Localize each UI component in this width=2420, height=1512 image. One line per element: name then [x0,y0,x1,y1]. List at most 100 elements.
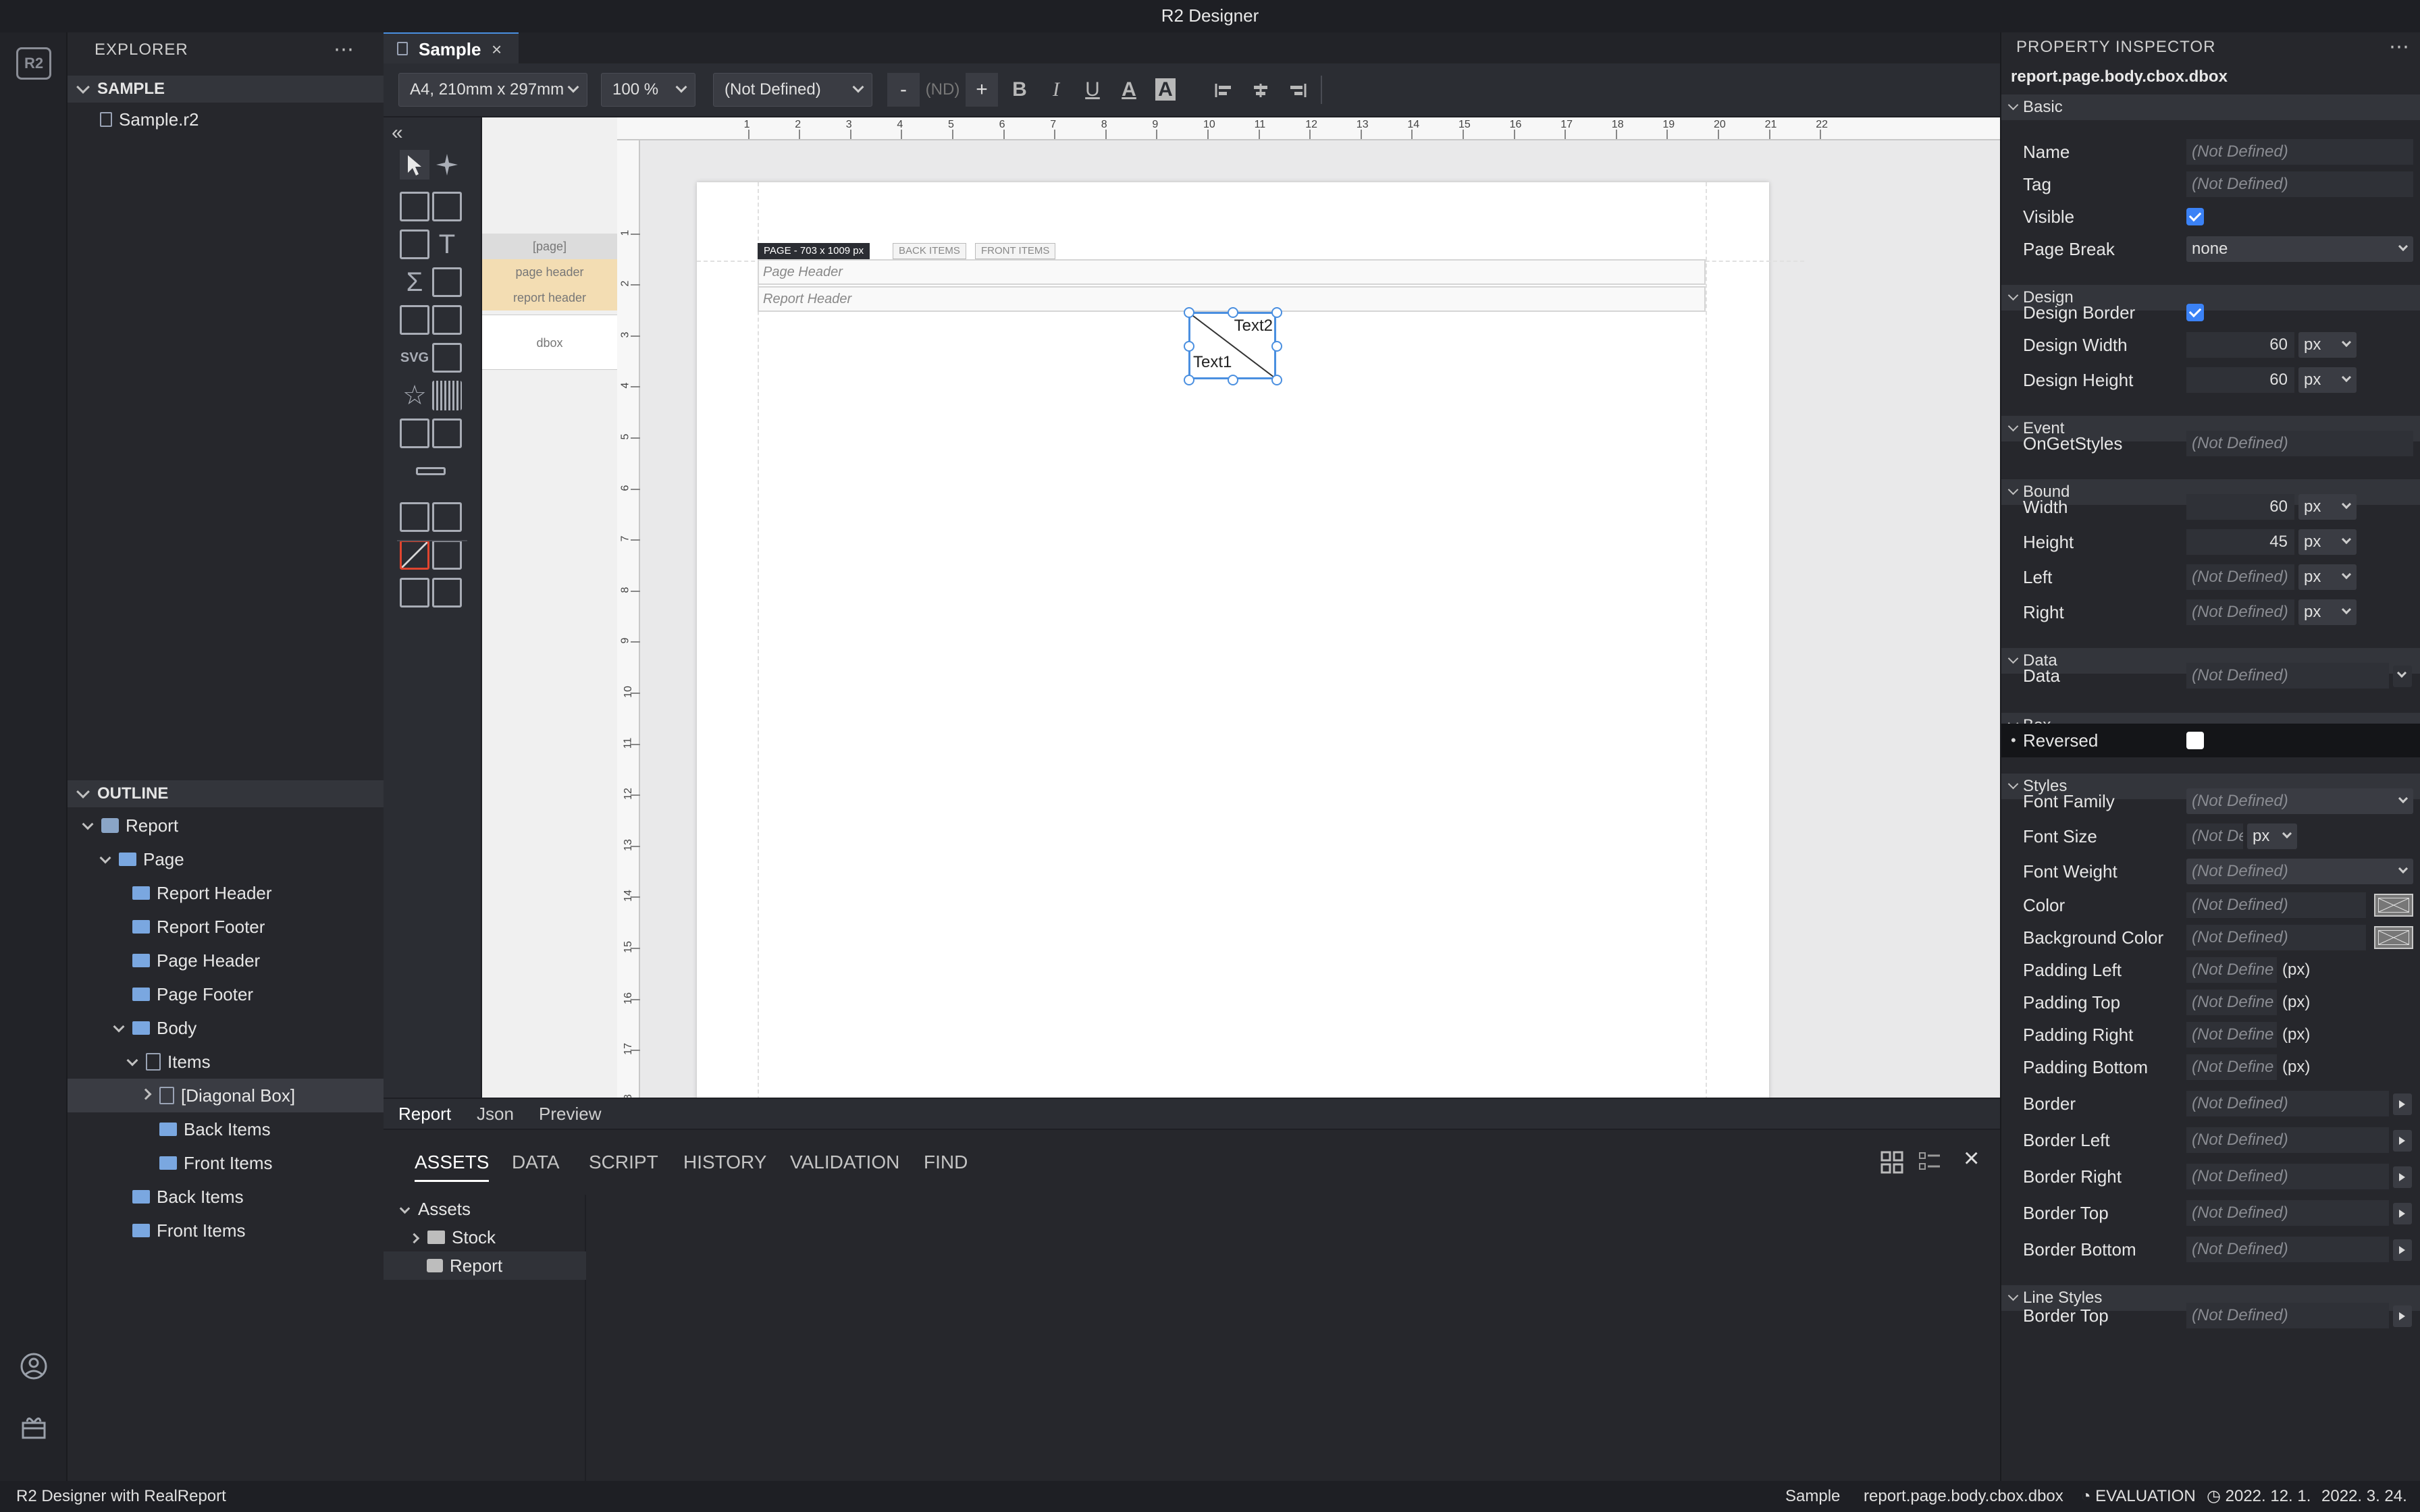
prop-value-input[interactable]: (Not Defined) [2186,1237,2389,1262]
prop-value-input[interactable]: (Not Define [2186,990,2277,1015]
resize-handle[interactable] [1271,307,1282,318]
line-tool-icon[interactable] [416,467,446,475]
font-style-select[interactable]: (Not Defined) [713,73,872,107]
prop-value-input[interactable]: (Not Defined) [2186,1200,2389,1226]
chevron-down-icon[interactable] [2393,666,2412,687]
page-size-select[interactable]: A4, 210mm x 297mm [398,73,587,107]
diagonal-box[interactable]: Text2 Text1 [1188,312,1276,379]
gift-icon[interactable] [19,1412,49,1442]
outline-item[interactable]: Items [68,1045,384,1079]
user-icon[interactable] [19,1351,49,1381]
unit-select[interactable]: px [2298,332,2357,358]
dbox-text2[interactable]: Text2 [1234,317,1273,335]
stack-tool-icon[interactable] [432,540,462,570]
r2-logo-icon[interactable]: R2 [16,47,51,80]
collapse-panel-icon[interactable]: « [392,122,403,144]
prop-value-input[interactable]: (Not Defined) [2186,139,2413,165]
prop-number-input[interactable]: (Not Defined) [2186,599,2294,625]
explorer-section-sample[interactable]: SAMPLE [68,76,384,103]
prop-value-input[interactable]: (Not Defined) [2186,1091,2389,1116]
color-swatch-icon[interactable] [2374,894,2413,917]
list-view-icon[interactable] [1918,1150,1942,1174]
explorer-file-sample[interactable]: Sample.r2 [68,105,384,134]
prop-number-input[interactable]: 60 [2186,367,2294,393]
tab-validation[interactable]: VALIDATION [790,1152,899,1173]
sparkle-tool-icon[interactable] [432,150,462,180]
prop-value-input[interactable]: (Not Defined) [2186,431,2413,456]
prop-value-input[interactable]: (Not Defined) [2186,1164,2389,1189]
assets-report[interactable]: Report [384,1251,586,1280]
outline-item[interactable]: Back Items [68,1180,384,1214]
underline-button[interactable]: U [1076,73,1109,107]
chevron-right-icon[interactable] [2393,1094,2412,1115]
status-path[interactable]: report.page.body.cbox.dbox [1864,1481,2063,1512]
prop-value-input[interactable]: (Not Define [2186,957,2277,983]
prop-value-input[interactable]: (Not Defined) [2186,1303,2389,1328]
diagonal-box-tool-icon[interactable] [400,540,429,570]
assets-stock[interactable]: Stock [384,1223,586,1251]
align-center-icon[interactable] [1251,82,1271,99]
resize-handle[interactable] [1228,375,1238,385]
resize-handle[interactable] [1184,307,1194,318]
band-page-header[interactable]: page header [482,259,617,285]
band-report-header[interactable]: report header [482,285,617,310]
chevron-down-icon[interactable] [82,818,94,830]
resize-handle[interactable] [1184,341,1194,352]
resize-handle[interactable] [1228,307,1238,318]
star-tool-icon[interactable]: ☆ [400,381,429,410]
chevron-down-icon[interactable] [126,1054,138,1066]
view-tab-report[interactable]: Report [398,1099,451,1129]
prop-select[interactable]: (Not Defined) [2186,859,2413,884]
prop-select[interactable]: (Not Defined) [2186,788,2413,814]
outline-item[interactable]: Back Items [68,1112,384,1146]
front-items-badge[interactable]: FRONT ITEMS [975,243,1056,259]
status-license[interactable]: ◔ EVALUATION [2081,1481,2196,1512]
chevron-right-icon[interactable] [2393,1305,2412,1327]
assets-root[interactable]: Assets [384,1195,586,1223]
outline-item[interactable]: Report Footer [68,910,384,944]
prop-number-input[interactable]: 60 [2186,494,2294,520]
prop-checkbox[interactable] [2186,304,2204,321]
chevron-right-icon[interactable] [2393,1239,2412,1261]
prop-value-input[interactable]: (Not Define [2186,1054,2277,1080]
outline-item[interactable]: Page Header [68,944,384,977]
outline-item[interactable]: Report [68,809,384,842]
align-left-icon[interactable] [1214,82,1234,99]
barcode-bar-tool-icon[interactable] [432,343,462,373]
svg-tool-icon[interactable]: SVG [400,343,429,373]
chart-tool-icon[interactable] [432,418,462,448]
tab-history[interactable]: HISTORY [683,1152,766,1173]
page-header-band[interactable]: Page Header [758,259,1706,285]
prop-value-input[interactable]: (Not Defined) [2186,171,2413,197]
grid-view-icon[interactable] [1880,1150,1904,1174]
table-band-tool-icon[interactable] [432,192,462,221]
columns-tool-icon[interactable] [400,502,429,532]
resize-handle[interactable] [1271,341,1282,352]
prop-number-input[interactable]: 45 [2186,529,2294,555]
inspector-section-header[interactable]: Basic [2001,94,2420,120]
chevron-down-icon[interactable] [99,852,111,864]
font-color-button[interactable]: A [1113,73,1145,107]
text-tool-icon[interactable]: T [432,230,462,259]
band-page[interactable]: [page] [482,234,617,259]
select-tool-icon[interactable] [400,150,429,180]
outline-item[interactable]: Page [68,842,384,876]
prop-number-input[interactable]: (Not Defined) [2186,824,2243,849]
band-tool-icon[interactable] [400,192,429,221]
outline-section[interactable]: OUTLINE [68,780,384,807]
chevron-right-icon[interactable] [140,1088,152,1100]
outline-item[interactable]: Page Footer [68,977,384,1011]
close-panel-icon[interactable]: × [1964,1143,1979,1174]
prop-checkbox[interactable] [2186,208,2204,225]
table-tool-icon[interactable] [400,230,429,259]
prop-select[interactable]: none [2186,236,2413,262]
chevron-right-icon[interactable] [2393,1203,2412,1224]
outline-item[interactable]: Front Items [68,1214,384,1247]
qrcode-tool-icon[interactable] [400,418,429,448]
zoom-select[interactable]: 100 % [601,73,695,107]
checkbox-tool-icon[interactable] [400,305,429,335]
prop-number-input[interactable]: 60 [2186,332,2294,358]
barcode-tool-icon[interactable] [432,381,462,410]
unit-select[interactable]: px [2298,367,2357,393]
color-swatch-icon[interactable] [2374,926,2413,949]
